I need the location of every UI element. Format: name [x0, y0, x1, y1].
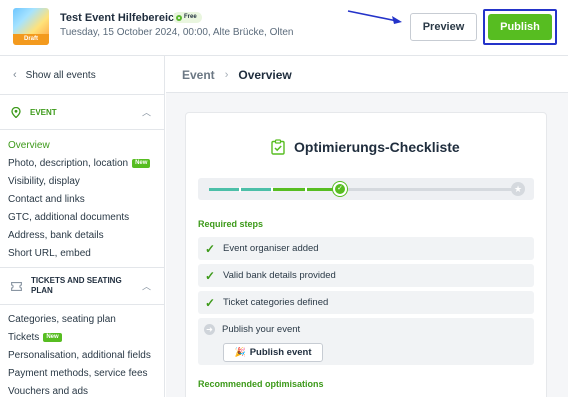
event-meta: Tuesday, 15 October 2024, 00:00, Alte Br… [60, 27, 294, 38]
checklist-step-open: ➜ Publish your event 🎉 Publish event [198, 318, 534, 365]
breadcrumb-current: Overview [238, 68, 292, 82]
ticket-icon [11, 281, 22, 291]
new-badge: New [132, 158, 151, 168]
event-thumbnail[interactable]: Draft [13, 8, 49, 45]
sidebar-item-overview[interactable]: Overview [8, 136, 163, 154]
breadcrumb: Event › Overview [182, 68, 292, 82]
sidebar-item-short-url[interactable]: Short URL, embed [8, 244, 163, 262]
checklist-step-label: Ticket categories defined [223, 297, 329, 308]
breadcrumb-bar: Event › Overview [166, 56, 568, 93]
sidebar-item-label: Address, bank details [8, 229, 104, 241]
tickets-nav-list: Categories, seating plan Tickets New Per… [8, 310, 163, 397]
sidebar-item-label: Visibility, display [8, 175, 80, 187]
preview-button[interactable]: Preview [410, 13, 477, 41]
sidebar-item-label: Short URL, embed [8, 247, 91, 259]
new-badge: New [43, 332, 62, 342]
progress-tick [305, 187, 307, 192]
checkmark-icon: ✓ [204, 241, 216, 256]
draft-badge: Draft [13, 34, 49, 45]
required-steps-heading: Required steps [198, 219, 264, 229]
coin-icon [176, 14, 182, 21]
checklist-step: ✓ Ticket categories defined [198, 291, 534, 314]
sidebar-item-label: Categories, seating plan [8, 313, 116, 325]
back-to-events-link[interactable]: ‹ Show all events [13, 69, 96, 81]
sidebar-item-photo-description-location[interactable]: Photo, description, location New [8, 154, 163, 172]
event-nav-list: Overview Photo, description, location Ne… [8, 136, 163, 262]
progress-tick [271, 187, 273, 192]
back-label: Show all events [25, 69, 96, 81]
price-badge-label: Free [184, 14, 197, 20]
sidebar-item-contact-links[interactable]: Contact and links [8, 190, 163, 208]
progress-tick [239, 187, 241, 192]
clipboard-check-icon [271, 139, 285, 155]
chevron-left-icon: ‹ [13, 69, 17, 81]
publish-button[interactable]: Publish [488, 14, 552, 40]
publish-event-label: Publish event [249, 347, 312, 358]
chevron-up-icon: ︿ [141, 281, 151, 292]
main-content: Event › Overview Optimierungs-Checkliste… [166, 56, 568, 397]
sidebar-item-label: Overview [8, 139, 50, 151]
checklist-header: Optimierungs-Checkliste [271, 139, 460, 155]
sidebar-item-categories-seating[interactable]: Categories, seating plan [8, 310, 163, 328]
sidebar-item-personalisation[interactable]: Personalisation, additional fields [8, 346, 163, 364]
checklist-step: ✓ Event organiser added [198, 237, 534, 260]
location-pin-icon [11, 106, 21, 118]
checkmark-icon: ✓ [204, 295, 216, 310]
sidebar-item-label: Tickets [8, 331, 40, 343]
publish-event-button[interactable]: 🎉 Publish event [223, 343, 323, 362]
arrow-right-circle-icon: ➜ [204, 324, 215, 335]
sidebar-item-label: Vouchers and ads [8, 385, 89, 397]
progress-check-icon: ✓ [332, 181, 348, 197]
checklist-progress-bar: ✓ ★ [198, 178, 534, 200]
open-step-row: ➜ Publish your event [204, 324, 300, 335]
section-tickets-title: TICKETS AND SEATING PLAN [31, 276, 122, 295]
sidebar-item-visibility-display[interactable]: Visibility, display [8, 172, 163, 190]
publish-highlight-frame: Publish [483, 9, 557, 45]
sidebar-item-label: Photo, description, location [8, 157, 129, 169]
recommended-heading: Recommended optimisations [198, 379, 324, 389]
event-title: Test Event Hilfebereich [60, 12, 181, 24]
party-popper-icon: 🎉 [234, 347, 246, 357]
checklist-title: Optimierungs-Checkliste [294, 139, 460, 155]
open-step-label: Publish your event [222, 324, 301, 335]
star-icon: ★ [511, 182, 525, 196]
chevron-right-icon: › [224, 69, 229, 81]
sidebar-item-address-bank[interactable]: Address, bank details [8, 226, 163, 244]
sidebar-item-label: GTC, additional documents [8, 211, 130, 223]
price-badge: Free [173, 12, 202, 23]
chevron-up-icon: ︿ [141, 107, 151, 118]
section-event-title: EVENT [30, 107, 57, 117]
event-header: Draft Test Event Hilfebereich Free Tuesd… [0, 0, 568, 56]
checkmark-icon: ✓ [204, 268, 216, 283]
sidebar-item-gtc-documents[interactable]: GTC, additional documents [8, 208, 163, 226]
sidebar-item-tickets[interactable]: Tickets New [8, 328, 163, 346]
breadcrumb-parent[interactable]: Event [182, 68, 215, 82]
sidebar-item-label: Contact and links [8, 193, 85, 205]
checklist-step-label: Valid bank details provided [223, 270, 336, 281]
sidebar-item-payment-methods[interactable]: Payment methods, service fees [8, 364, 163, 382]
checklist-step-label: Event organiser added [223, 243, 319, 254]
checklist-step: ✓ Valid bank details provided [198, 264, 534, 287]
sidebar-item-label: Payment methods, service fees [8, 367, 148, 379]
annotation-arrow-icon [347, 10, 402, 24]
section-event-header[interactable]: EVENT ︿ [0, 94, 164, 130]
checklist-card: Optimierungs-Checkliste ✓ ★ Required ste… [185, 112, 547, 397]
sidebar-item-label: Personalisation, additional fields [8, 349, 151, 361]
section-tickets-header[interactable]: TICKETS AND SEATING PLAN ︿ [0, 267, 164, 305]
sidebar-item-vouchers-ads[interactable]: Vouchers and ads [8, 382, 163, 397]
sidebar: ‹ Show all events EVENT ︿ Overview Photo… [0, 56, 165, 397]
